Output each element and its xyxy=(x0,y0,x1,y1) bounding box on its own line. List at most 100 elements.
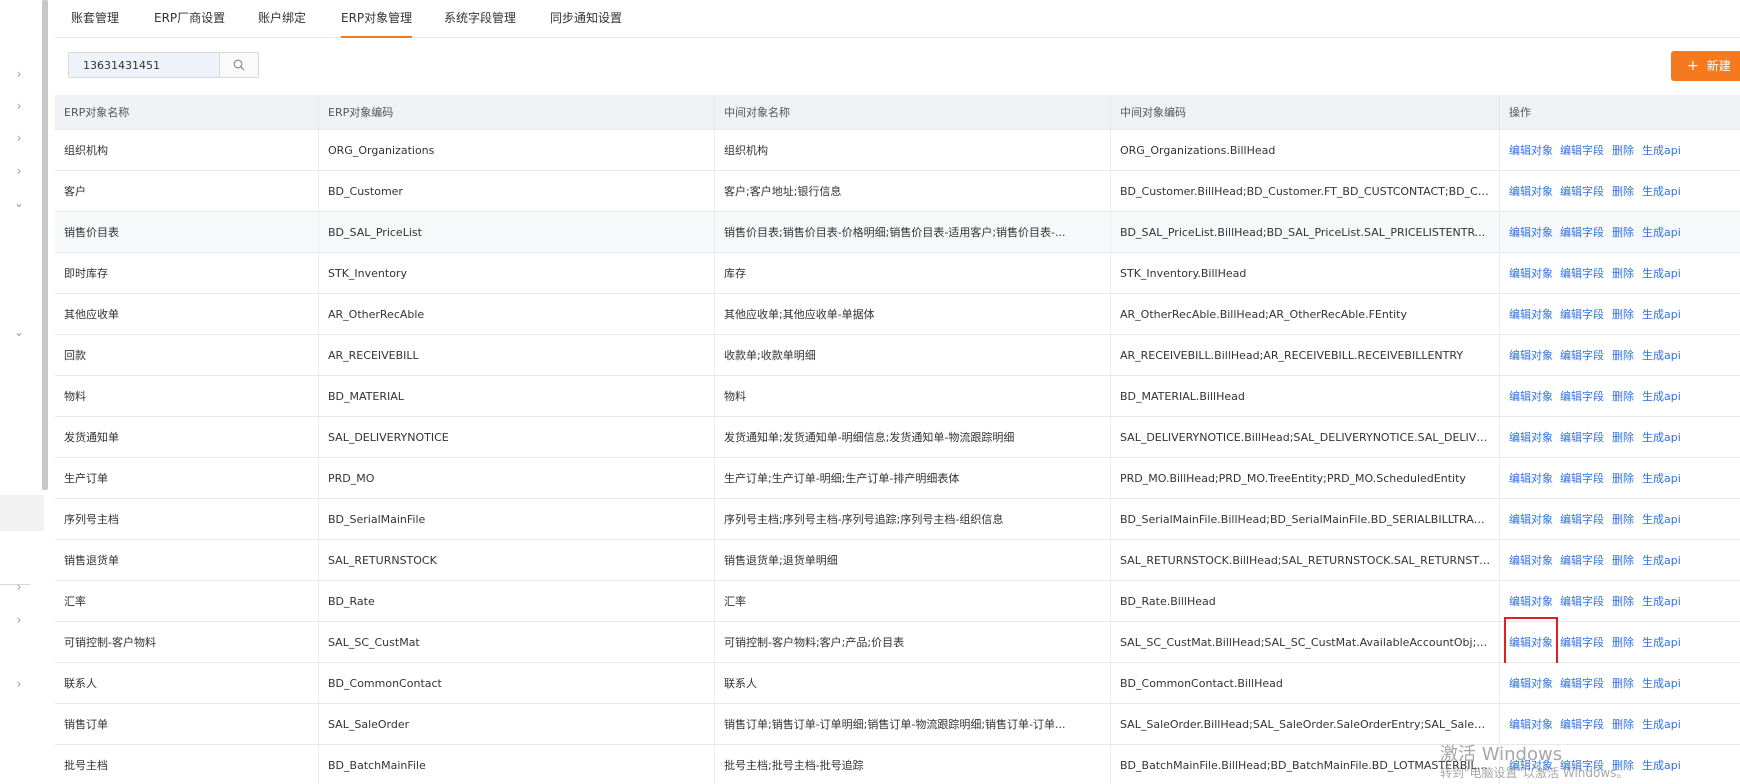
generate-api-link[interactable]: 生成api xyxy=(1642,745,1681,784)
edit-fields-link[interactable]: 编辑字段 xyxy=(1560,294,1604,335)
generate-api-link[interactable]: 生成api xyxy=(1642,171,1681,212)
edit-object-link[interactable]: 编辑对象 xyxy=(1509,171,1553,212)
new-button[interactable]: + 新建 xyxy=(1671,51,1740,81)
edit-fields-link[interactable]: 编辑字段 xyxy=(1560,417,1604,458)
edit-fields-link[interactable]: 编辑字段 xyxy=(1560,212,1604,253)
generate-api-link[interactable]: 生成api xyxy=(1642,622,1681,663)
delete-link[interactable]: 删除 xyxy=(1612,663,1634,704)
generate-api-link[interactable]: 生成api xyxy=(1642,335,1681,376)
chevron-right-icon[interactable]: › xyxy=(12,613,26,627)
generate-api-link[interactable]: 生成api xyxy=(1642,253,1681,294)
delete-link[interactable]: 删除 xyxy=(1612,335,1634,376)
delete-link[interactable]: 删除 xyxy=(1612,581,1634,622)
edit-object-link[interactable]: 编辑对象 xyxy=(1509,294,1553,335)
chevron-right-icon[interactable]: › xyxy=(12,164,26,178)
edit-object-link[interactable]: 编辑对象 xyxy=(1509,540,1553,581)
tab-account-binding[interactable]: 账户绑定 xyxy=(258,0,306,38)
edit-object-link[interactable]: 编辑对象 xyxy=(1509,253,1553,294)
tab-bar: 账套管理 ERP厂商设置 账户绑定 ERP对象管理 系统字段管理 同步通知设置 xyxy=(55,0,1740,38)
tab-account-sets[interactable]: 账套管理 xyxy=(71,0,119,38)
edit-fields-link[interactable]: 编辑字段 xyxy=(1560,253,1604,294)
delete-link[interactable]: 删除 xyxy=(1612,417,1634,458)
edit-fields-link[interactable]: 编辑字段 xyxy=(1560,704,1604,745)
delete-link[interactable]: 删除 xyxy=(1612,376,1634,417)
edit-object-link[interactable]: 编辑对象 xyxy=(1509,663,1553,704)
cell-erp-object-name: 汇率 xyxy=(55,581,319,622)
table-row: 生产订单 PRD_MO 生产订单;生产订单-明细;生产订单-排产明细表体 PRD_MO… xyxy=(55,458,1740,499)
edit-object-link[interactable]: 编辑对象 xyxy=(1509,376,1553,417)
delete-link[interactable]: 删除 xyxy=(1612,540,1634,581)
delete-link[interactable]: 删除 xyxy=(1612,458,1634,499)
delete-link[interactable]: 删除 xyxy=(1612,704,1634,745)
tab-erp-object-management[interactable]: ERP对象管理 xyxy=(341,0,413,38)
delete-link[interactable]: 删除 xyxy=(1612,171,1634,212)
edit-object-link[interactable]: 编辑对象 xyxy=(1509,417,1553,458)
cell-erp-object-name: 销售退货单 xyxy=(55,540,319,581)
edit-fields-link[interactable]: 编辑字段 xyxy=(1560,540,1604,581)
generate-api-link[interactable]: 生成api xyxy=(1642,499,1681,540)
search-input[interactable] xyxy=(69,53,219,77)
edit-fields-link[interactable]: 编辑字段 xyxy=(1560,130,1604,171)
generate-api-link[interactable]: 生成api xyxy=(1642,581,1681,622)
cell-middle-object-name: 其他应收单;其他应收单-单据体 xyxy=(715,294,1111,335)
tab-system-field-management[interactable]: 系统字段管理 xyxy=(444,0,516,38)
edit-fields-link[interactable]: 编辑字段 xyxy=(1560,335,1604,376)
edit-object-link[interactable]: 编辑对象 xyxy=(1509,212,1553,253)
edit-fields-link[interactable]: 编辑字段 xyxy=(1560,171,1604,212)
cell-middle-object-code: BD_Customer.BillHead;BD_Customer.FT_BD_C… xyxy=(1111,171,1500,212)
tab-sync-notification-settings[interactable]: 同步通知设置 xyxy=(550,0,622,38)
edit-fields-link[interactable]: 编辑字段 xyxy=(1560,458,1604,499)
cell-middle-object-code: BD_BatchMainFile.BillHead;BD_BatchMainFi… xyxy=(1111,745,1500,784)
delete-link[interactable]: 删除 xyxy=(1612,212,1634,253)
generate-api-link[interactable]: 生成api xyxy=(1642,212,1681,253)
edit-fields-link[interactable]: 编辑字段 xyxy=(1560,663,1604,704)
cell-middle-object-name: 汇率 xyxy=(715,581,1111,622)
delete-link[interactable]: 删除 xyxy=(1612,253,1634,294)
cell-erp-object-name: 其他应收单 xyxy=(55,294,319,335)
delete-link[interactable]: 删除 xyxy=(1612,294,1634,335)
generate-api-link[interactable]: 生成api xyxy=(1642,663,1681,704)
generate-api-link[interactable]: 生成api xyxy=(1642,458,1681,499)
cell-middle-object-name: 组织机构 xyxy=(715,130,1111,171)
chevron-right-icon[interactable]: › xyxy=(12,677,26,691)
delete-link[interactable]: 删除 xyxy=(1612,622,1634,663)
chevron-right-icon[interactable]: › xyxy=(12,580,26,594)
generate-api-link[interactable]: 生成api xyxy=(1642,417,1681,458)
left-rail: › › › › ⌄ ⌄ › › › xyxy=(0,0,48,784)
chevron-right-icon[interactable]: › xyxy=(12,131,26,145)
generate-api-link[interactable]: 生成api xyxy=(1642,704,1681,745)
generate-api-link[interactable]: 生成api xyxy=(1642,376,1681,417)
edit-fields-link[interactable]: 编辑字段 xyxy=(1560,622,1604,663)
generate-api-link[interactable]: 生成api xyxy=(1642,540,1681,581)
edit-object-link[interactable]: 编辑对象 xyxy=(1509,130,1553,171)
edit-fields-link[interactable]: 编辑字段 xyxy=(1560,376,1604,417)
edit-fields-link[interactable]: 编辑字段 xyxy=(1560,745,1604,784)
cell-middle-object-name: 客户;客户地址;银行信息 xyxy=(715,171,1111,212)
edit-object-link[interactable]: 编辑对象 xyxy=(1509,335,1553,376)
column-header-middle-object-code: 中间对象编码 xyxy=(1111,95,1500,130)
edit-object-link[interactable]: 编辑对象 xyxy=(1509,745,1553,784)
edit-fields-link[interactable]: 编辑字段 xyxy=(1560,581,1604,622)
edit-object-link[interactable]: 编辑对象 xyxy=(1509,499,1553,540)
search-button[interactable] xyxy=(219,53,258,77)
generate-api-link[interactable]: 生成api xyxy=(1642,130,1681,171)
chevron-right-icon[interactable]: › xyxy=(12,67,26,81)
scrollbar[interactable] xyxy=(42,0,48,490)
chevron-down-icon[interactable]: ⌄ xyxy=(12,325,26,339)
edit-object-link[interactable]: 编辑对象 xyxy=(1504,617,1558,668)
edit-object-link[interactable]: 编辑对象 xyxy=(1509,458,1553,499)
edit-fields-link[interactable]: 编辑字段 xyxy=(1560,499,1604,540)
cell-middle-object-code: STK_Inventory.BillHead xyxy=(1111,253,1500,294)
chevron-down-icon[interactable]: ⌄ xyxy=(12,196,26,210)
chevron-right-icon[interactable]: › xyxy=(12,99,26,113)
edit-object-link[interactable]: 编辑对象 xyxy=(1509,581,1553,622)
tab-erp-vendor-settings[interactable]: ERP厂商设置 xyxy=(154,0,225,38)
generate-api-link[interactable]: 生成api xyxy=(1642,294,1681,335)
table-row: 序列号主档 BD_SerialMainFile 序列号主档;序列号主档-序列号追踪;… xyxy=(55,499,1740,540)
cell-erp-object-code: BD_SerialMainFile xyxy=(319,499,715,540)
edit-object-link[interactable]: 编辑对象 xyxy=(1509,704,1553,745)
delete-link[interactable]: 删除 xyxy=(1612,499,1634,540)
delete-link[interactable]: 删除 xyxy=(1612,745,1634,784)
delete-link[interactable]: 删除 xyxy=(1612,130,1634,171)
sidebar-selected-item[interactable] xyxy=(0,495,44,531)
